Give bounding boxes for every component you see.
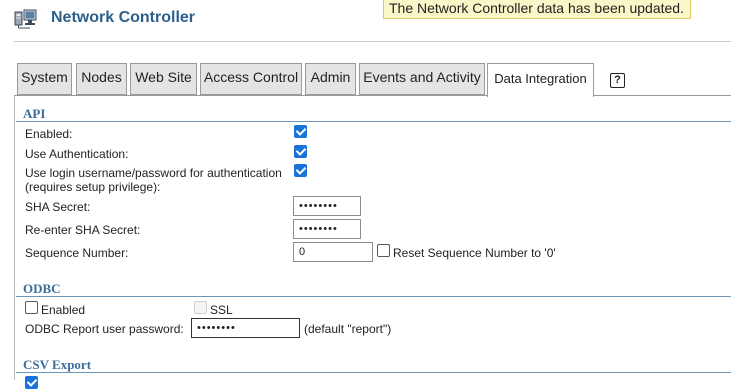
api-section-divider bbox=[16, 121, 731, 122]
odbc-section-title: ODBC bbox=[23, 281, 61, 296]
odbc-ssl-label: SSL bbox=[210, 303, 233, 317]
reenter-sha-secret-label: Re-enter SHA Secret: bbox=[25, 223, 141, 237]
odbc-enabled-label: Enabled bbox=[41, 303, 86, 317]
csv-export-section-title: CSV Export bbox=[23, 357, 92, 372]
sequence-number-input[interactable]: 0 bbox=[293, 242, 373, 262]
tab-bar-divider bbox=[14, 95, 731, 96]
csv-export-checkbox[interactable] bbox=[25, 376, 38, 389]
use-login-label-line1: Use login username/password for authenti… bbox=[25, 166, 282, 180]
odbc-password-label: ODBC Report user password: bbox=[25, 322, 184, 336]
update-notification: The Network Controller data has been upd… bbox=[383, 0, 691, 19]
tab-admin[interactable]: Admin bbox=[305, 63, 356, 95]
tab-events-and-activity[interactable]: Events and Activity bbox=[359, 63, 485, 95]
odbc-section-divider bbox=[16, 296, 731, 297]
csv-export-section-divider bbox=[16, 372, 731, 373]
tab-data-integration[interactable]: Data Integration bbox=[487, 63, 594, 97]
api-section-title: API bbox=[23, 106, 46, 121]
tab-nodes[interactable]: Nodes bbox=[76, 63, 127, 95]
header-divider bbox=[14, 41, 731, 42]
tab-web-site[interactable]: Web Site bbox=[130, 63, 197, 95]
use-authentication-label: Use Authentication: bbox=[25, 147, 129, 161]
app-title: Network Controller bbox=[51, 9, 196, 26]
sequence-number-label: Sequence Number: bbox=[25, 246, 129, 260]
use-authentication-checkbox[interactable] bbox=[294, 145, 307, 158]
odbc-password-hint: (default "report") bbox=[304, 322, 392, 336]
tab-access-control[interactable]: Access Control bbox=[200, 63, 302, 95]
reset-sequence-checkbox[interactable] bbox=[377, 244, 390, 257]
api-enabled-checkbox[interactable] bbox=[294, 125, 307, 138]
sha-secret-input[interactable]: •••••••• bbox=[293, 196, 361, 216]
odbc-password-input[interactable]: •••••••• bbox=[191, 318, 300, 338]
use-login-label-line2: (requires setup privilege): bbox=[25, 180, 161, 194]
use-login-credentials-checkbox[interactable] bbox=[294, 164, 307, 177]
help-icon[interactable]: ? bbox=[610, 73, 625, 88]
network-controller-icon bbox=[14, 8, 38, 30]
api-enabled-label: Enabled: bbox=[25, 127, 73, 141]
odbc-enabled-checkbox[interactable] bbox=[25, 301, 38, 314]
reset-sequence-label: Reset Sequence Number to '0' bbox=[393, 246, 556, 260]
odbc-ssl-checkbox[interactable] bbox=[194, 301, 207, 314]
sha-secret-label: SHA Secret: bbox=[25, 200, 91, 214]
reenter-sha-secret-input[interactable]: •••••••• bbox=[293, 219, 361, 239]
tab-system[interactable]: System bbox=[17, 63, 72, 95]
panel-border bbox=[14, 96, 15, 380]
